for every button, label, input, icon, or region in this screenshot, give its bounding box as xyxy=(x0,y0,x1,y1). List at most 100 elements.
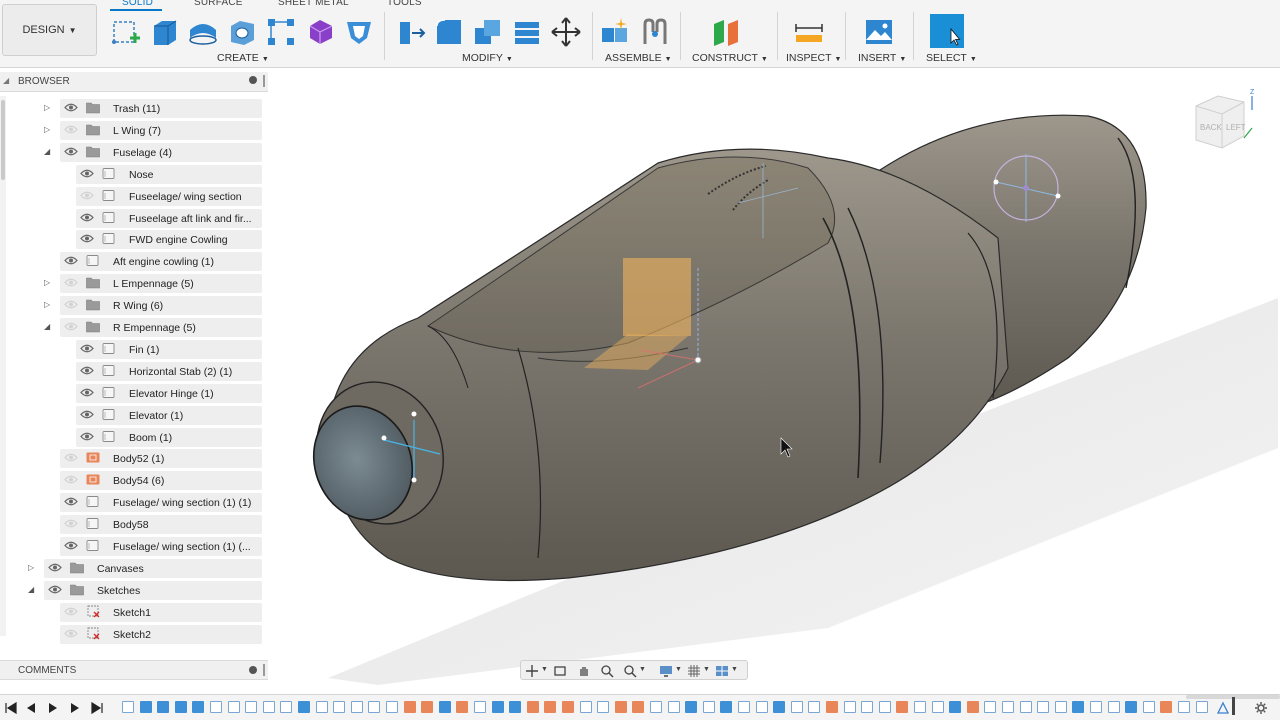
new-component-icon[interactable] xyxy=(599,16,631,48)
browser-scrollbar-thumb[interactable] xyxy=(1,100,5,180)
expanded-triangle-icon[interactable]: ◢ xyxy=(44,322,50,331)
timeline-body-feature-icon[interactable] xyxy=(438,701,451,713)
browser-item[interactable]: ▷ L Wing (7) xyxy=(0,120,268,140)
step-back-icon[interactable] xyxy=(24,701,38,715)
timeline-comp-feature-icon[interactable] xyxy=(966,701,979,713)
timeline-sketch-feature-icon[interactable] xyxy=(755,701,768,713)
combine-icon[interactable] xyxy=(472,16,504,48)
browser-item[interactable]: Body52 (1) xyxy=(0,448,268,469)
browser-item[interactable]: ▷ L Empennage (5) xyxy=(0,273,268,294)
timeline-marker[interactable] xyxy=(1232,697,1235,715)
timeline-body-feature-icon[interactable] xyxy=(720,701,733,713)
collapsed-triangle-icon[interactable]: ▷ xyxy=(44,125,50,134)
step-forward-icon[interactable] xyxy=(68,701,82,715)
timeline-body-feature-icon[interactable] xyxy=(1072,701,1085,713)
tab-solid[interactable]: SOLID xyxy=(122,0,153,8)
zoom-icon[interactable] xyxy=(600,664,614,678)
joint-icon[interactable] xyxy=(639,16,671,48)
rectangular-pattern-icon[interactable] xyxy=(265,16,297,48)
timeline-sketch-feature-icon[interactable] xyxy=(738,701,750,713)
collapse-triangle-icon[interactable]: ◢ xyxy=(3,76,9,85)
inspect-menu[interactable]: INSPECT ▼ xyxy=(786,52,841,64)
timeline-sketch-feature-icon[interactable] xyxy=(1002,701,1014,713)
create-sketch-icon[interactable] xyxy=(110,16,142,48)
timeline-comp-feature-icon[interactable] xyxy=(403,701,416,713)
hidden-eye-icon[interactable] xyxy=(64,628,78,639)
derive-icon[interactable] xyxy=(343,16,375,48)
browser-item[interactable]: Fuselage/ wing section (1) (... xyxy=(0,536,268,556)
hidden-eye-icon[interactable] xyxy=(64,321,78,332)
pin-icon[interactable] xyxy=(249,76,257,84)
timeline-sketch-feature-icon[interactable] xyxy=(597,701,610,713)
timeline-sketch-feature-icon[interactable] xyxy=(368,701,381,713)
timeline-comp-feature-icon[interactable] xyxy=(614,701,627,713)
create-menu[interactable]: CREATE ▼ xyxy=(217,52,269,64)
timeline-sketch-feature-icon[interactable] xyxy=(808,701,821,713)
expanded-triangle-icon[interactable]: ◢ xyxy=(44,147,50,156)
timeline-sketch-feature-icon[interactable] xyxy=(878,701,891,713)
browser-item[interactable]: Boom (1) xyxy=(0,427,268,447)
model-canvas[interactable]: BACK LEFT Z xyxy=(268,68,1280,685)
timeline-sketch-feature-icon[interactable] xyxy=(315,701,328,713)
timeline-body-feature-icon[interactable] xyxy=(1125,701,1138,713)
browser-item[interactable]: Sketch2 xyxy=(0,624,268,644)
timeline-sketch-feature-icon[interactable] xyxy=(1019,701,1032,713)
construct-menu[interactable]: CONSTRUCT ▼ xyxy=(692,52,768,64)
play-icon[interactable] xyxy=(46,701,60,715)
select-cursor-icon[interactable] xyxy=(930,14,964,48)
timeline-body-feature-icon[interactable] xyxy=(298,701,310,713)
timeline-sketch-feature-icon[interactable] xyxy=(984,701,997,713)
timeline-body-feature-icon[interactable] xyxy=(192,701,205,713)
visibility-eye-icon[interactable] xyxy=(64,102,78,113)
viewcube-back-face[interactable]: BACK xyxy=(1200,123,1222,132)
orbit-icon[interactable] xyxy=(525,664,539,678)
look-at-icon[interactable] xyxy=(553,664,567,678)
browser-item[interactable]: Aft engine cowling (1) xyxy=(0,251,268,272)
press-pull-icon[interactable] xyxy=(394,16,426,48)
browser-item[interactable]: Body54 (6) xyxy=(0,470,268,491)
browser-item[interactable]: ▷ Trash (11) xyxy=(0,98,268,118)
hidden-eye-icon[interactable] xyxy=(64,299,78,310)
shell-icon[interactable] xyxy=(511,16,543,48)
timeline-sketch-feature-icon[interactable] xyxy=(1195,701,1208,713)
timeline-body-feature-icon[interactable] xyxy=(509,701,522,713)
browser-item[interactable]: FWD engine Cowling xyxy=(0,229,268,250)
hole-icon[interactable] xyxy=(226,16,258,48)
hidden-eye-icon[interactable] xyxy=(64,474,78,485)
viewcube-left-face[interactable]: LEFT xyxy=(1226,123,1246,132)
timeline-sketch-feature-icon[interactable] xyxy=(1107,701,1120,713)
move-icon[interactable] xyxy=(550,16,582,48)
timeline-body-feature-icon[interactable] xyxy=(685,701,698,713)
timeline-sketch-feature-icon[interactable] xyxy=(122,701,134,713)
timeline-sketch-feature-icon[interactable] xyxy=(914,701,926,713)
hidden-eye-icon[interactable] xyxy=(80,190,94,201)
timeline-sketch-feature-icon[interactable] xyxy=(350,701,363,713)
fillet-icon[interactable] xyxy=(433,16,465,48)
visibility-eye-icon[interactable] xyxy=(64,255,78,266)
timeline-comp-feature-icon[interactable] xyxy=(526,701,539,713)
timeline-sketch-feature-icon[interactable] xyxy=(333,701,346,713)
visibility-eye-icon[interactable] xyxy=(64,496,78,507)
browser-item[interactable]: Elevator (1) xyxy=(0,405,268,425)
browser-item[interactable]: Body58 xyxy=(0,514,268,535)
browser-item[interactable]: Fuseelage aft link and fir... xyxy=(0,208,268,228)
viewports-icon[interactable] xyxy=(715,664,729,678)
chevron-down-icon[interactable]: ▼ xyxy=(675,666,682,673)
timeline-sketch-feature-icon[interactable] xyxy=(1178,701,1190,713)
timeline-comp-feature-icon[interactable] xyxy=(544,701,557,713)
timeline-sketch-feature-icon[interactable] xyxy=(931,701,944,713)
collapsed-triangle-icon[interactable]: ▷ xyxy=(44,278,50,287)
timeline-body-feature-icon[interactable] xyxy=(773,701,786,713)
visibility-eye-icon[interactable] xyxy=(64,146,78,157)
timeline-body-feature-icon[interactable] xyxy=(139,701,152,713)
browser-item[interactable]: Fin (1) xyxy=(0,339,268,359)
display-settings-icon[interactable] xyxy=(659,664,673,678)
timeline-sketch-feature-icon[interactable] xyxy=(1037,701,1050,713)
timeline-sketch-feature-icon[interactable] xyxy=(650,701,662,713)
collapsed-triangle-icon[interactable]: ▷ xyxy=(44,300,50,309)
hidden-eye-icon[interactable] xyxy=(64,124,78,135)
timeline-sketch-feature-icon[interactable] xyxy=(474,701,486,713)
browser-item[interactable]: Sketch1 xyxy=(0,602,268,622)
browser-item[interactable]: ▷ R Wing (6) xyxy=(0,295,268,316)
fit-zoom-icon[interactable] xyxy=(623,664,637,678)
